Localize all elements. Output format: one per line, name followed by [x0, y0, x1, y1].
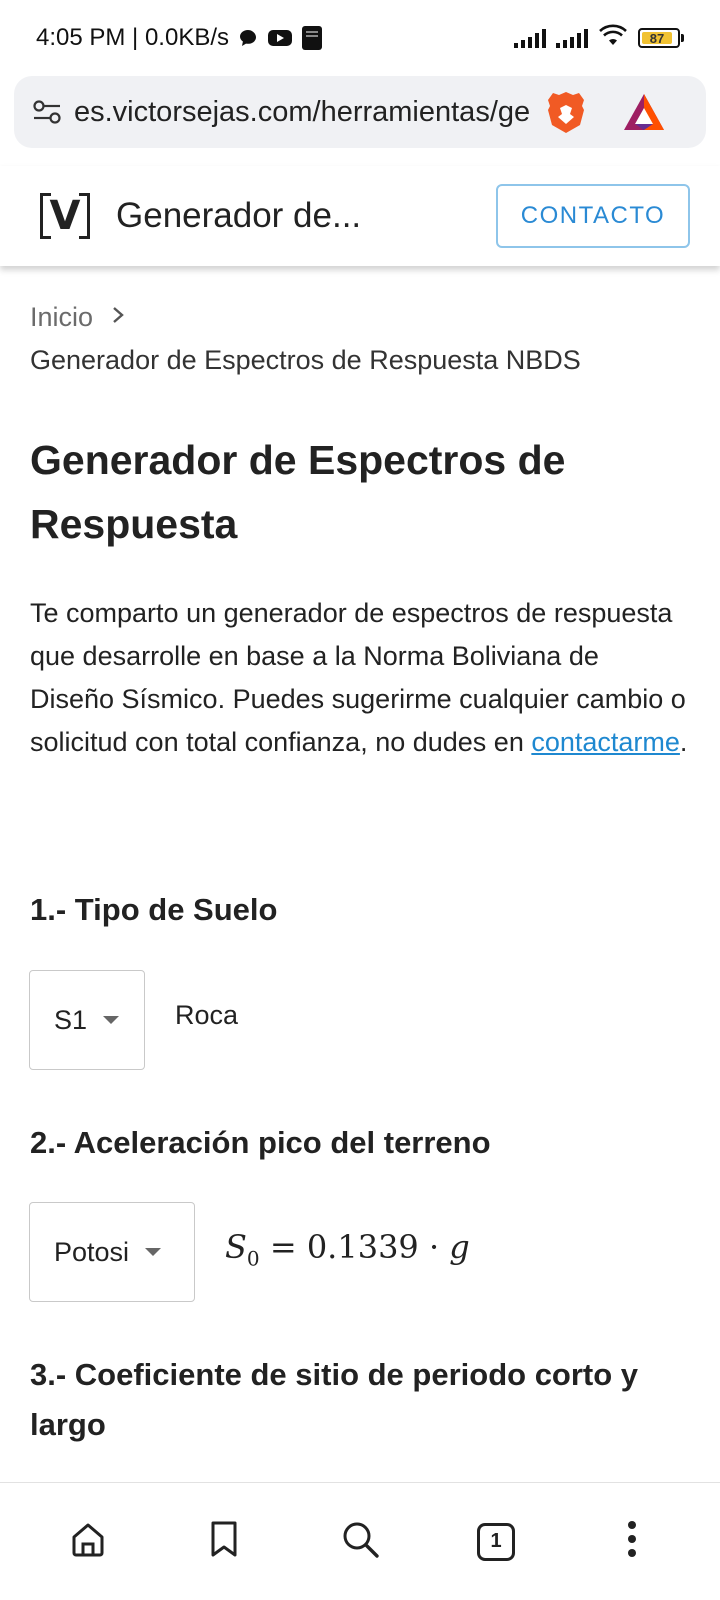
breadcrumb-home-label[interactable]: Inicio [30, 296, 93, 339]
more-vertical-icon [626, 1519, 638, 1564]
search-icon [339, 1518, 381, 1565]
section-2-heading: 2.- Aceleración pico del terreno [30, 1125, 491, 1160]
status-bar: 4:05 PM | 0.0KB/s 87 [0, 0, 720, 76]
contact-link[interactable]: contactarme [531, 727, 680, 757]
home-icon [68, 1519, 108, 1564]
contact-button[interactable]: CONTACTO [496, 184, 690, 248]
page-title: Generador de Espectros de Respuesta [30, 437, 566, 547]
signal-icon-2 [556, 28, 588, 48]
chat-icon [237, 27, 259, 49]
status-time: 4:05 PM | 0.0KB/s [36, 24, 229, 51]
soil-type-value: S1 [54, 1004, 88, 1035]
chevron-right-icon [111, 298, 125, 336]
url-text[interactable]: es.victorsejas.com/herramientas/generado… [74, 96, 532, 129]
site-header: V Generador de... CONTACTO [0, 166, 720, 266]
bat-rewards-icon[interactable] [622, 92, 666, 132]
address-bar[interactable]: es.victorsejas.com/herramientas/generado… [14, 76, 706, 148]
bookmarks-button[interactable] [194, 1512, 254, 1572]
soil-type-label: Roca [175, 1000, 239, 1030]
site-title: Generador de... [116, 196, 362, 235]
breadcrumb-current: Generador de Espectros de Respuesta NBDS [30, 345, 581, 376]
soil-type-select[interactable]: S1 [29, 970, 145, 1070]
youtube-icon [267, 28, 293, 48]
intro-end: . [679, 727, 688, 757]
tab-count: 1 [490, 1530, 502, 1552]
logo-letter: V [49, 193, 81, 239]
breadcrumb: Inicio Generador de Espectros de Respues… [30, 296, 690, 382]
menu-button[interactable] [602, 1512, 662, 1572]
brave-shields-icon[interactable] [544, 89, 588, 135]
bookmark-icon [208, 1519, 240, 1564]
tabs-icon: 1 [477, 1522, 515, 1561]
formula-sub: 0 [246, 1246, 260, 1271]
bottom-navigation: 1 [0, 1482, 720, 1600]
signal-icon [514, 28, 546, 48]
formula-g: g [449, 1228, 470, 1266]
site-logo[interactable]: V [40, 191, 90, 241]
dropdown-caret-icon [145, 1248, 162, 1256]
formula-rest: = 0.1339 · [259, 1228, 450, 1266]
bible-app-icon [301, 25, 323, 51]
dropdown-caret-icon [103, 1016, 120, 1024]
battery-level: 87 [642, 31, 672, 46]
acceleration-formula: S0 = 0.1339 · g [225, 1228, 470, 1270]
formula-var: S [225, 1228, 247, 1266]
city-select[interactable]: Potosi [29, 1202, 195, 1302]
intro-paragraph: Te comparto un generador de espectros de… [30, 592, 690, 764]
wifi-icon [598, 23, 628, 54]
home-button[interactable] [58, 1512, 118, 1572]
battery-icon: 87 [638, 28, 684, 48]
breadcrumb-home[interactable]: Inicio [30, 296, 125, 339]
search-button[interactable] [330, 1512, 390, 1572]
city-value: Potosi [54, 1236, 130, 1267]
site-settings-icon[interactable] [30, 95, 64, 129]
section-3-heading: 3.- Coeficiente de sitio de periodo cort… [30, 1357, 639, 1442]
tabs-button[interactable]: 1 [466, 1512, 526, 1572]
section-1-heading: 1.- Tipo de Suelo [30, 892, 278, 927]
